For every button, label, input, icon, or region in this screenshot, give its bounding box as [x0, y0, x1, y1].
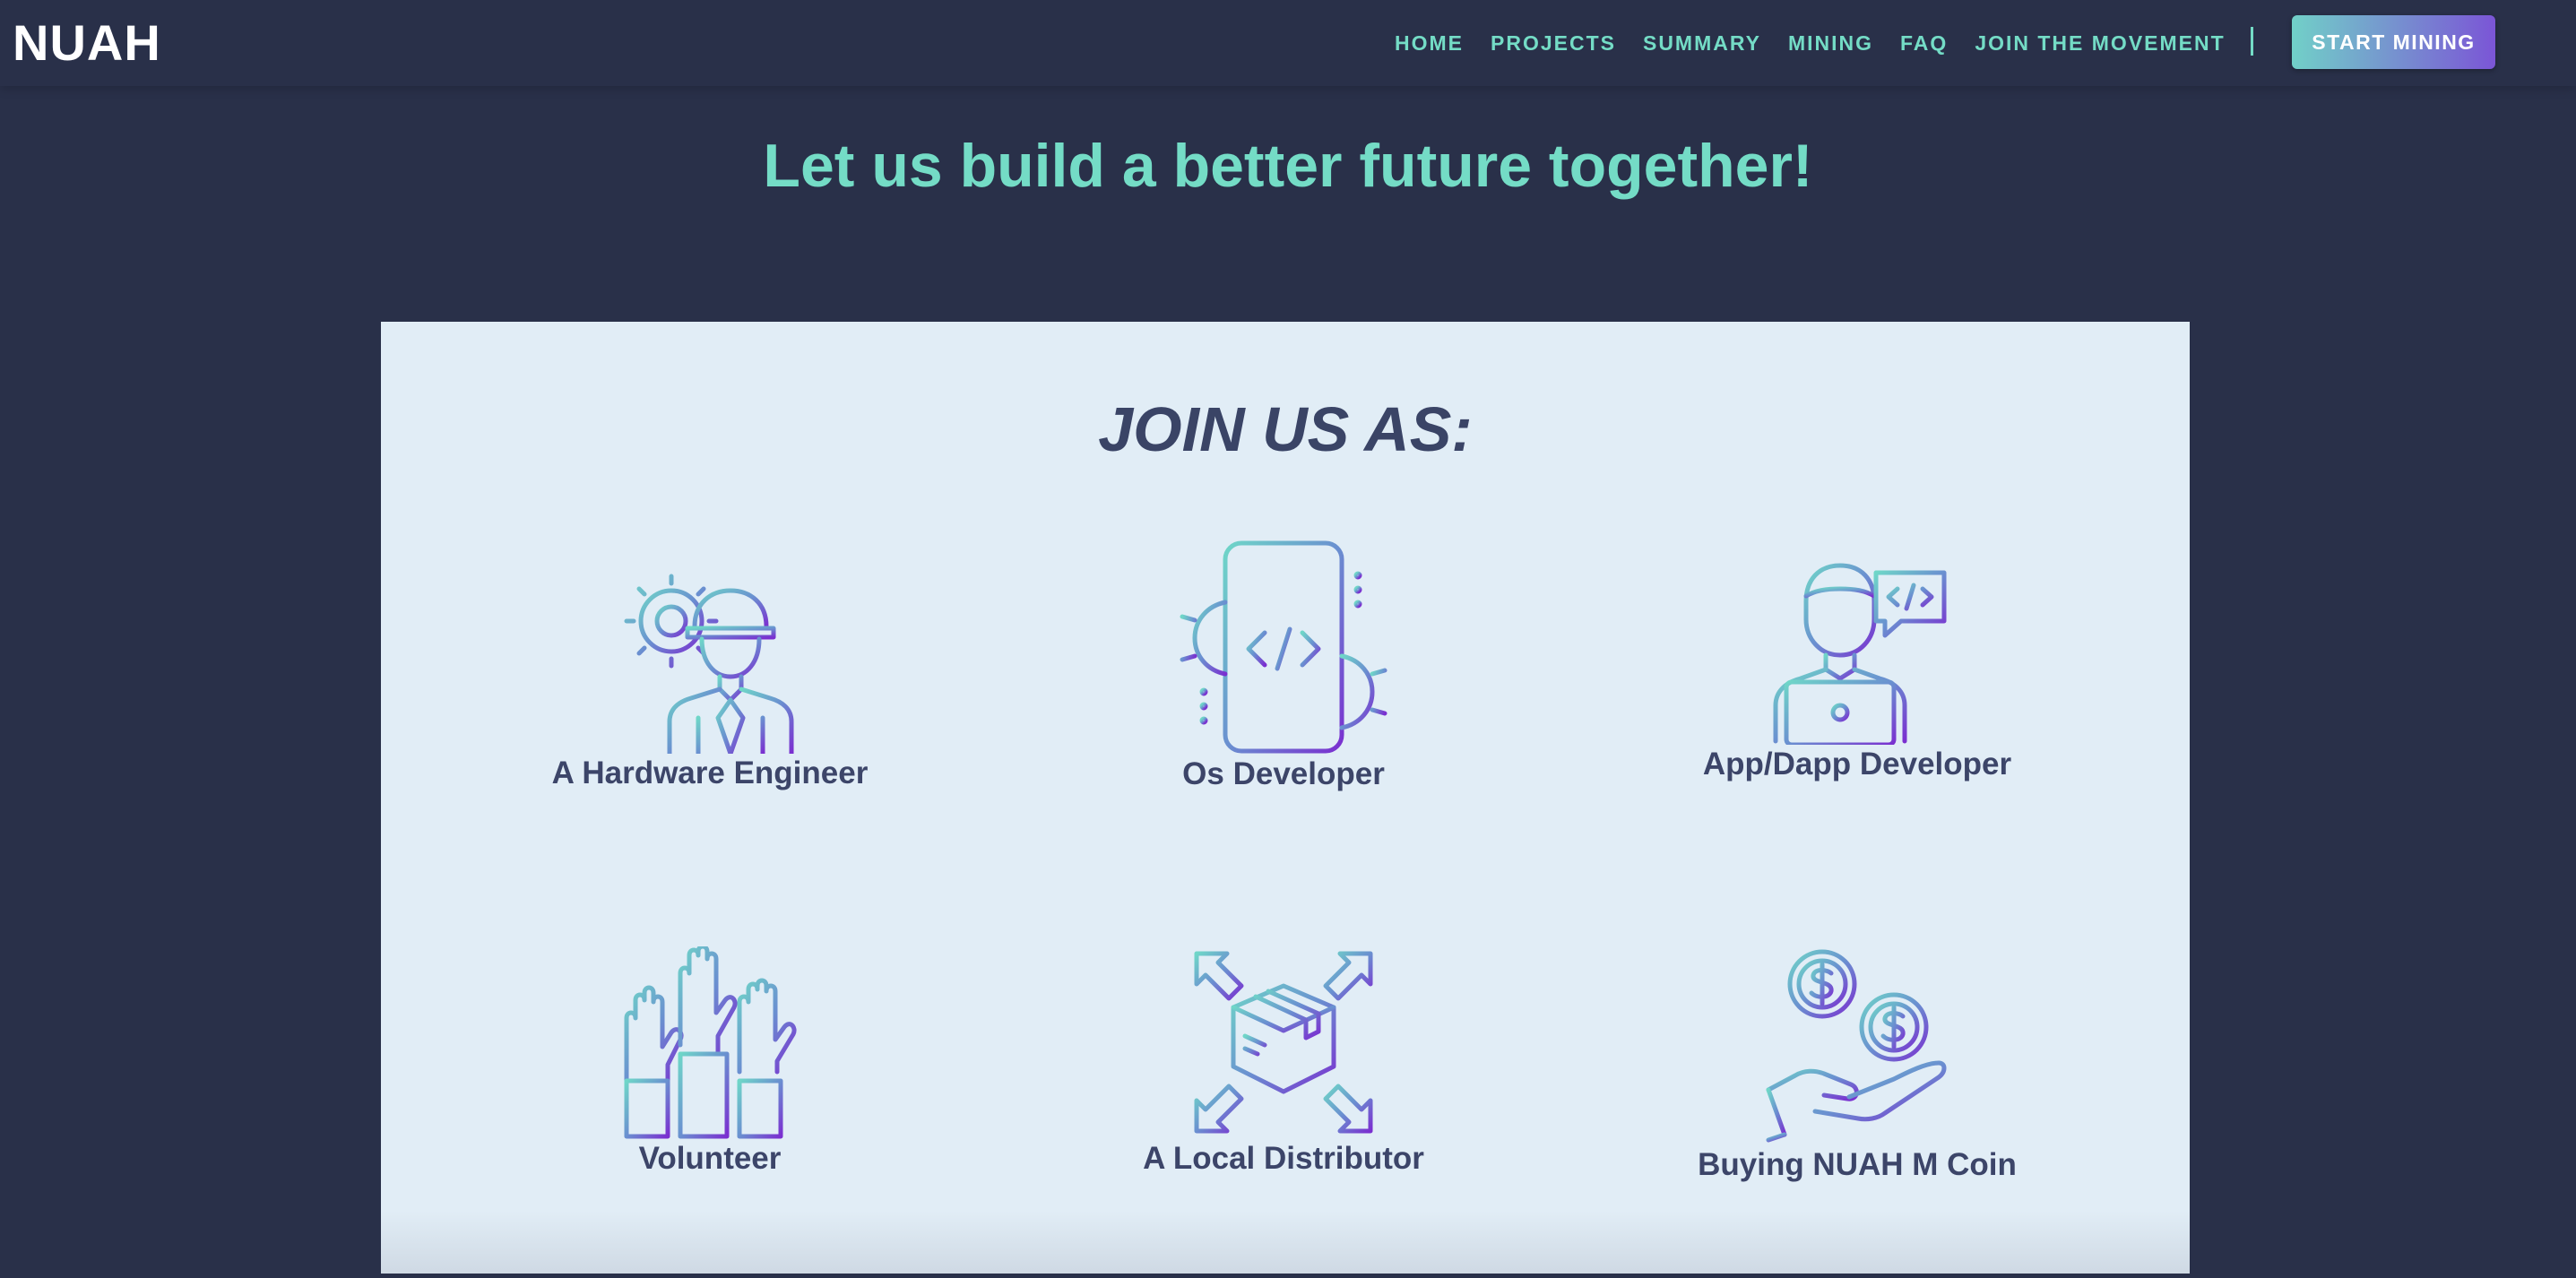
nav-mining-link[interactable]: MINING [1788, 31, 1873, 56]
card-bottom-fade [381, 1211, 2190, 1274]
role-os-developer[interactable]: Os Developer [1095, 540, 1472, 794]
top-navbar: NUAH HOME PROJECTS SUMMARY MINING FAQ JO… [0, 0, 2576, 86]
distribution-box-icon [1095, 946, 1472, 1139]
nuah-logo[interactable]: NUAH [13, 18, 161, 68]
hardware-engineer-icon [522, 557, 898, 754]
role-volunteer[interactable]: Volunteer [522, 946, 898, 1179]
role-label: Buying NUAH M Coin [1698, 1147, 2017, 1182]
join-us-card: JOIN US AS: A Hardware Engineer Os Devel… [381, 322, 2190, 1274]
nav-projects-link[interactable]: PROJECTS [1491, 31, 1616, 56]
nav-home-link[interactable]: HOME [1395, 31, 1464, 56]
role-label: App/Dapp Developer [1702, 747, 2012, 781]
start-mining-button[interactable]: START MINING [2292, 15, 2495, 69]
role-label: A Local Distributor [1143, 1141, 1424, 1176]
app-developer-icon [1669, 557, 2045, 745]
nav-join-the-movement-link[interactable]: JOIN THE MOVEMENT [1975, 31, 2225, 56]
raised-hands-icon [522, 946, 898, 1139]
nav-summary-link[interactable]: SUMMARY [1643, 31, 1761, 56]
nav-divider [2251, 27, 2253, 56]
role-hardware-engineer[interactable]: A Hardware Engineer [522, 557, 898, 793]
role-label: A Hardware Engineer [551, 756, 869, 790]
page: NUAH HOME PROJECTS SUMMARY MINING FAQ JO… [0, 0, 2576, 1278]
main-nav: HOME PROJECTS SUMMARY MINING FAQ JOIN TH… [1395, 27, 2252, 59]
coin-hand-icon [1669, 946, 2045, 1145]
role-local-distributor[interactable]: A Local Distributor [1095, 946, 1472, 1179]
os-developer-phone-icon [1095, 540, 1472, 755]
role-app-developer[interactable]: App/Dapp Developer [1669, 557, 2045, 784]
nav-faq-link[interactable]: FAQ [1900, 31, 1948, 56]
join-us-title: JOIN US AS: [1098, 394, 1473, 464]
hero-title: Let us build a better future together! [763, 132, 1813, 200]
role-label: Os Developer [1182, 756, 1385, 791]
role-label: Volunteer [638, 1141, 782, 1176]
role-buying-nuah-m-coin[interactable]: Buying NUAH M Coin [1669, 946, 2045, 1185]
